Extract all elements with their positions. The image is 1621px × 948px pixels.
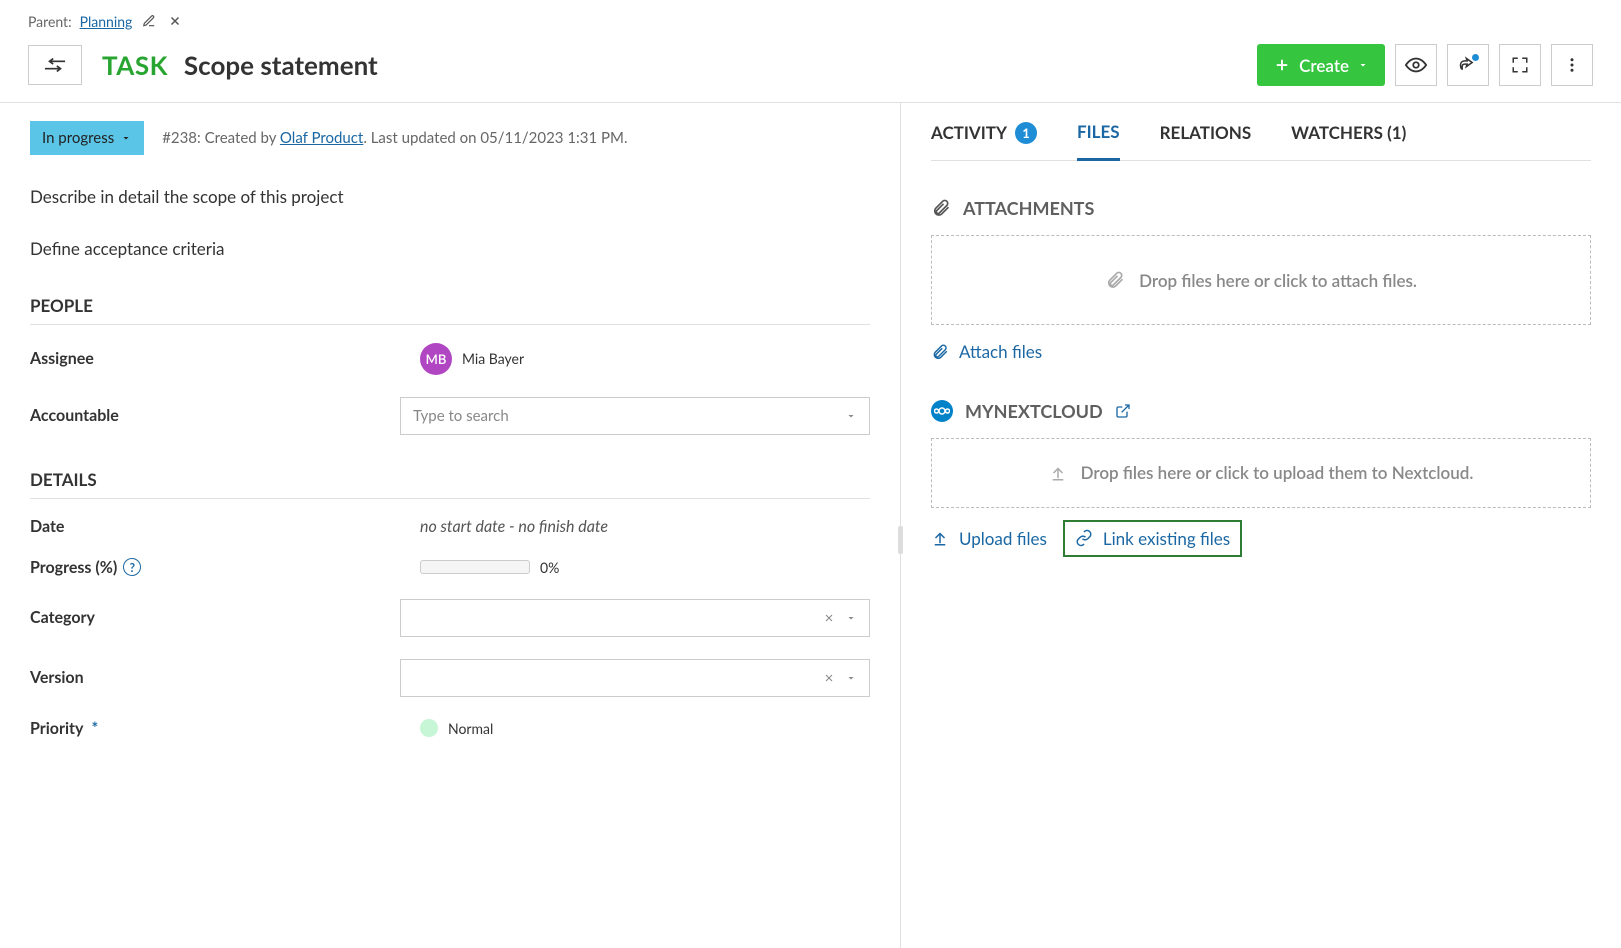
pane-splitter[interactable] [900, 103, 901, 948]
assignee-name: Mia Bayer [462, 350, 524, 367]
share-button[interactable] [1447, 44, 1489, 86]
drop-attach-text: Drop files here or click to attach files… [1139, 270, 1417, 291]
activity-count-badge: 1 [1015, 122, 1037, 144]
clear-icon[interactable] [823, 612, 835, 624]
assignee-value[interactable]: MB Mia Bayer [420, 343, 870, 375]
storage-dropzone[interactable]: Drop files here or click to upload them … [931, 438, 1591, 508]
section-details: DETAILS [30, 469, 870, 499]
category-label: Category [30, 608, 400, 627]
section-people: PEOPLE [30, 295, 870, 325]
version-label: Version [30, 668, 400, 687]
attachments-header: ATTACHMENTS [931, 197, 1591, 219]
progress-label: Progress (%) ? [30, 558, 420, 577]
author-link[interactable]: Olaf Product [280, 129, 363, 147]
upload-icon [1049, 464, 1067, 482]
chevron-down-icon [845, 612, 857, 624]
paperclip-icon [931, 343, 949, 361]
priority-value[interactable]: Normal [420, 719, 870, 737]
nextcloud-icon [931, 400, 953, 422]
open-external-icon[interactable] [1115, 403, 1131, 419]
priority-label: Priority* [30, 719, 420, 738]
clear-icon[interactable] [823, 672, 835, 684]
status-value: In progress [42, 129, 114, 147]
priority-text: Normal [448, 720, 493, 737]
edit-parent-icon[interactable] [140, 12, 158, 30]
category-select[interactable] [400, 599, 870, 637]
assignee-label: Assignee [30, 349, 420, 368]
parent-breadcrumb: Parent: Planning [0, 8, 1621, 40]
date-label: Date [30, 517, 420, 536]
create-button-label: Create [1299, 55, 1349, 76]
accountable-input[interactable]: Type to search [400, 397, 870, 435]
progress-percent: 0% [540, 559, 559, 576]
upload-icon [931, 529, 949, 547]
upload-files-link[interactable]: Upload files [931, 528, 1047, 549]
chevron-down-icon [845, 410, 857, 422]
right-tabs: ACTIVITY 1 FILES RELATIONS WATCHERS (1) [931, 103, 1591, 161]
remove-parent-icon[interactable] [166, 12, 184, 30]
drop-upload-text: Drop files here or click to upload them … [1081, 462, 1474, 483]
link-existing-files-button[interactable]: Link existing files [1063, 520, 1242, 557]
watch-button[interactable] [1395, 44, 1437, 86]
work-package-title[interactable]: Scope statement [184, 49, 1257, 81]
attach-files-link[interactable]: Attach files [931, 341, 1042, 362]
title-bar: TASK Scope statement Create [0, 40, 1621, 103]
back-button[interactable] [28, 45, 82, 85]
priority-indicator-icon [420, 719, 438, 737]
tab-watchers[interactable]: WATCHERS (1) [1291, 121, 1406, 160]
chevron-down-icon [845, 672, 857, 684]
link-icon [1075, 529, 1093, 547]
tab-files[interactable]: FILES [1077, 121, 1120, 161]
fullscreen-button[interactable] [1499, 44, 1541, 86]
tab-activity[interactable]: ACTIVITY 1 [931, 121, 1037, 160]
paperclip-icon [931, 198, 951, 218]
more-actions-button[interactable] [1551, 44, 1593, 86]
progress-value-cell[interactable]: 0% [420, 559, 870, 576]
parent-link[interactable]: Planning [80, 13, 133, 30]
work-package-type: TASK [102, 49, 168, 81]
description-line: Define acceptance criteria [30, 237, 870, 261]
accountable-label: Accountable [30, 406, 400, 425]
help-icon[interactable]: ? [123, 558, 141, 576]
meta-info: #238: Created by Olaf Product. Last upda… [162, 129, 627, 147]
notification-dot-icon [1472, 54, 1479, 61]
tab-relations[interactable]: RELATIONS [1160, 121, 1252, 160]
version-select[interactable] [400, 659, 870, 697]
create-button[interactable]: Create [1257, 44, 1385, 86]
status-dropdown[interactable]: In progress [30, 121, 144, 155]
accountable-placeholder: Type to search [413, 407, 509, 425]
attachments-dropzone[interactable]: Drop files here or click to attach files… [931, 235, 1591, 325]
description-block[interactable]: Describe in detail the scope of this pro… [30, 185, 870, 261]
paperclip-icon [1105, 270, 1125, 290]
parent-label: Parent: [28, 13, 72, 30]
storage-header: MYNEXTCLOUD [931, 400, 1591, 422]
avatar: MB [420, 343, 452, 375]
progress-bar [420, 560, 530, 574]
description-line: Describe in detail the scope of this pro… [30, 185, 870, 209]
date-value[interactable]: no start date - no finish date [420, 517, 608, 536]
